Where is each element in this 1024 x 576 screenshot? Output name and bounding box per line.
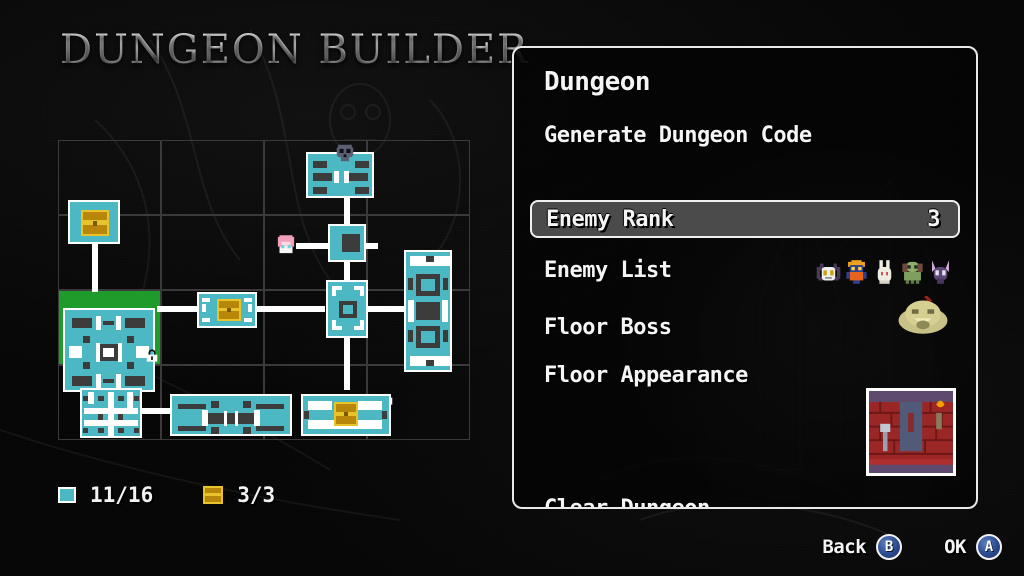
b-button-icon[interactable]: B	[876, 534, 903, 560]
treasure-chest-icon	[81, 210, 109, 236]
spider-enemy-icon	[816, 263, 841, 281]
a-button-icon[interactable]: A	[976, 534, 1002, 560]
panel-title: Dungeon	[544, 67, 651, 97]
player-sprite	[277, 235, 295, 254]
menu-item-enemy-list[interactable]: Enemy List	[544, 214, 960, 283]
map-room-small[interactable]	[328, 224, 366, 262]
dungeon-map[interactable]	[58, 140, 470, 440]
room-swatch-icon	[58, 487, 76, 503]
corridor	[140, 408, 170, 414]
chest-count: 3/3	[237, 483, 276, 507]
bat-enemy-icon	[932, 260, 949, 284]
map-legend: 11/16 3/3	[58, 483, 275, 507]
ok-label: OK	[944, 536, 966, 558]
menu-item-label: Clear Dungeon	[544, 495, 710, 509]
grid-cell[interactable]	[367, 140, 470, 215]
enemy-list-preview	[815, 254, 954, 288]
dungeon-menu-panel: Dungeon Generate Dungeon Code Enemy Rank…	[512, 46, 978, 509]
map-room-quad[interactable]	[80, 388, 142, 438]
corridor	[344, 338, 350, 390]
footer-controls: Back B OK A	[822, 534, 1002, 560]
map-room-wide[interactable]	[170, 394, 292, 436]
grid-cell[interactable]	[161, 215, 264, 290]
corridor	[157, 306, 197, 312]
treasure-chest-icon	[217, 299, 241, 321]
map-room-chest[interactable]	[197, 292, 257, 328]
map-room-junction[interactable]	[326, 280, 368, 338]
skull-icon	[336, 144, 354, 162]
menu-item-label: Floor Boss	[544, 314, 672, 340]
rabbit-enemy-icon	[877, 260, 892, 284]
map-room-tall[interactable]	[404, 250, 452, 372]
menu-item-generate-dungeon-code[interactable]: Generate Dungeon Code	[544, 118, 960, 152]
treasure-chest-icon	[334, 402, 358, 426]
page-title: DUNGEON BUILDER	[60, 27, 530, 73]
armored-knight-enemy-icon	[846, 260, 867, 284]
map-room-selected[interactable]	[63, 308, 155, 392]
map-room-chest[interactable]	[301, 394, 391, 436]
corridor	[255, 306, 325, 312]
corridor	[366, 306, 404, 312]
treasure-chest-icon	[203, 486, 224, 504]
menu-item-label: Floor Appearance	[544, 362, 748, 388]
back-label: Back	[822, 536, 867, 558]
lock-icon	[146, 349, 158, 362]
menu-item-label: Generate Dungeon Code	[544, 122, 812, 148]
menu-item-clear-dungeon[interactable]: Clear Dungeon	[544, 491, 960, 509]
room-count: 11/16	[90, 483, 154, 507]
menu-item-floor-appearance[interactable]: Floor Appearance	[544, 358, 960, 392]
plant-enemy-icon	[902, 261, 923, 284]
red-brick-room-preview	[866, 388, 956, 476]
map-room-chest[interactable]	[68, 200, 120, 244]
grid-cell[interactable]	[161, 140, 264, 215]
menu-item-label: Enemy List	[544, 258, 672, 283]
slime-boss-icon	[898, 296, 948, 334]
